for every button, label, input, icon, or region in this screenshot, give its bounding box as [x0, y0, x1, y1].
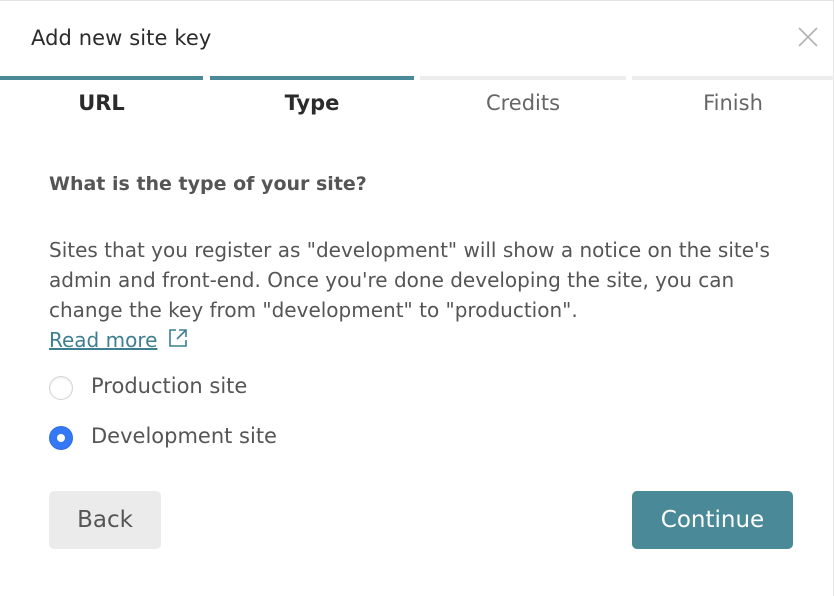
production-label[interactable]: Production site: [91, 374, 247, 398]
dialog-content: What is the type of your site? Sites tha…: [49, 169, 799, 357]
step-type-bar: [210, 76, 414, 80]
dialog-header: Add new site key: [0, 1, 834, 77]
step-credits-label: Credits: [485, 91, 561, 115]
step-progress: URL Type Credits Finish: [0, 76, 834, 126]
step-url-bar: [0, 76, 203, 80]
back-button[interactable]: Back: [49, 491, 161, 549]
continue-button[interactable]: Continue: [632, 491, 793, 549]
step-url: URL: [0, 76, 203, 126]
add-site-key-dialog: Add new site key URL Type Credits Finish…: [0, 0, 834, 596]
step-type-label: Type: [284, 91, 340, 115]
development-radio[interactable]: [49, 426, 73, 450]
step-finish-bar: [632, 76, 834, 80]
close-icon: [798, 27, 818, 47]
step-credits-bar: [420, 76, 626, 80]
step-finish-label: Finish: [703, 91, 763, 115]
description-text: Sites that you register as "development"…: [49, 238, 770, 322]
dialog-title: Add new site key: [31, 26, 212, 50]
production-radio[interactable]: [49, 376, 73, 400]
development-label[interactable]: Development site: [91, 424, 277, 448]
description: Sites that you register as "development"…: [49, 235, 799, 357]
step-url-label: URL: [78, 91, 125, 115]
step-credits: Credits: [420, 76, 626, 126]
step-finish: Finish: [632, 76, 834, 126]
read-more-link[interactable]: Read more: [49, 328, 157, 352]
close-button[interactable]: [796, 25, 820, 49]
step-type: Type: [210, 76, 414, 126]
external-link-icon[interactable]: [167, 327, 189, 357]
question-heading: What is the type of your site?: [49, 173, 367, 195]
